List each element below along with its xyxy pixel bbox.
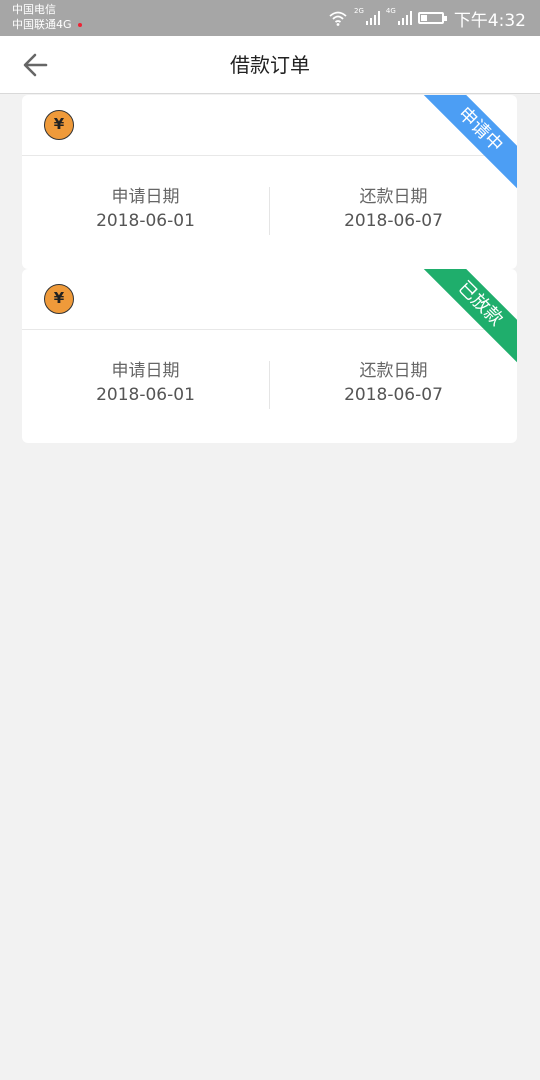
apply-date-label: 申请日期 xyxy=(111,361,180,381)
repay-date-column: 还款日期 2018-06-07 xyxy=(270,185,517,233)
status-bar: 中国电信 中国联通4G 2G 4G 下午4:32 xyxy=(0,0,540,36)
wifi-icon xyxy=(329,11,347,26)
order-card[interactable]: ¥ 申请中 申请日期 2018-06-01 还款日期 2018-06-07 xyxy=(22,95,517,269)
repay-date-value: 2018-06-07 xyxy=(344,385,443,405)
page-title: 借款订单 xyxy=(230,53,310,77)
carrier-line-2: 中国联通4G xyxy=(12,18,72,31)
apply-date-column: 申请日期 2018-06-01 xyxy=(22,185,269,233)
yuan-coin-icon: ¥ xyxy=(44,110,74,140)
network-type-label: 2G xyxy=(354,7,364,15)
yuan-coin-icon: ¥ xyxy=(44,284,74,314)
signal-icon-2 xyxy=(397,11,412,25)
apply-date-value: 2018-06-01 xyxy=(96,211,195,231)
order-card[interactable]: ¥ 已放款 申请日期 2018-06-01 还款日期 2018-06-07 xyxy=(22,269,517,443)
notification-dot-icon xyxy=(77,23,82,27)
clock: 下午4:32 xyxy=(453,10,526,31)
navigation-bar: 借款订单 xyxy=(0,36,540,94)
apply-date-value: 2018-06-01 xyxy=(96,385,195,405)
apply-date-column: 申请日期 2018-06-01 xyxy=(22,359,269,407)
repay-date-label: 还款日期 xyxy=(359,361,428,381)
carrier-line-1: 中国电信 xyxy=(12,3,56,16)
battery-icon xyxy=(417,12,447,24)
repay-date-value: 2018-06-07 xyxy=(344,211,443,231)
carrier-info: 中国电信 中国联通4G xyxy=(12,2,82,32)
repay-date-column: 还款日期 2018-06-07 xyxy=(270,359,517,407)
repay-date-label: 还款日期 xyxy=(359,187,428,207)
apply-date-label: 申请日期 xyxy=(111,187,180,207)
network-type-label-2: 4G xyxy=(385,7,396,15)
status-icons: 2G 4G 下午4:32 xyxy=(328,6,526,31)
signal-icon xyxy=(365,11,380,25)
